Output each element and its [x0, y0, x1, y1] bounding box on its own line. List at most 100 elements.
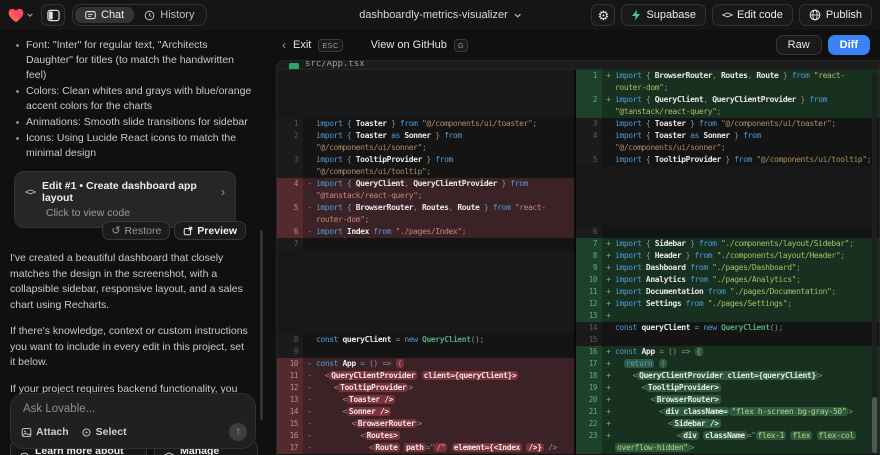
diff-marker: - [303, 226, 316, 238]
diff-panel: ‹ Exit ESC View on GitHub G Raw Diff src… [268, 30, 880, 455]
globe-icon [809, 9, 821, 21]
graduation-cap-icon [163, 452, 175, 455]
exit-button[interactable]: Exit [293, 39, 311, 51]
line-number: 4 [576, 130, 602, 154]
edit-card[interactable]: <> Edit #1 • Create dashboard app layout… [14, 171, 236, 228]
diff-line: 22+ <Sidebar /> [576, 418, 879, 430]
code-text: import { Toaster as Sonner } from "@/com… [615, 130, 879, 154]
diff-line: 9+import Dashboard from "./pages/Dashboa… [576, 262, 879, 274]
settings-button[interactable]: ⚙ [591, 4, 615, 26]
view-on-github-button[interactable]: View on GitHub [371, 39, 447, 51]
line-number: 18 [576, 370, 602, 382]
preview-button[interactable]: Preview [174, 221, 246, 240]
project-title-menu[interactable]: dashboardly-metrics-visualizer [359, 0, 521, 30]
attach-button[interactable]: Attach [21, 426, 69, 438]
sidebar-toggle-button[interactable] [41, 4, 65, 26]
diff-line: 7+import { Sidebar } from "./components/… [576, 238, 879, 250]
diff-line: 4 import { Toaster as Sonner } from "@/co… [576, 130, 879, 154]
external-link-icon [183, 226, 193, 236]
diff-marker [602, 322, 615, 334]
diff-marker: + [602, 238, 615, 250]
code-brackets-icon: <> [722, 10, 732, 21]
bullet-item: Font: "Inter" for regular text, "Archite… [10, 38, 254, 83]
restore-button[interactable]: ↺ Restore [102, 221, 170, 240]
code-text: import { BrowserRouter, Routes, Route } … [316, 202, 574, 226]
diff-marker [602, 334, 615, 346]
line-number: 14 [277, 406, 303, 418]
diff-line: 2+import { QueryClient, QueryClientProvi… [576, 94, 879, 118]
code-text: <Route path="/" element={<Index />} /> [316, 442, 574, 454]
code-text: <QueryClientProvider client={queryClient… [316, 370, 574, 382]
line-number: 16 [576, 346, 602, 358]
publish-button[interactable]: Publish [799, 4, 872, 26]
diff-line: 8const queryClient = new QueryClient(); [277, 334, 574, 346]
diff-marker [602, 118, 615, 130]
code-text: return ( [615, 358, 879, 370]
code-text: import { Sidebar } from "./components/la… [615, 238, 879, 250]
line-number: 22 [576, 418, 602, 430]
panel-left-icon [47, 9, 60, 22]
code-text: <BrowserRouter> [316, 418, 574, 430]
code-text: <Sonner /> [316, 406, 574, 418]
diff-marker: - [303, 358, 316, 370]
code-text: <Routes> [316, 430, 574, 442]
line-number: 3 [277, 154, 303, 178]
composer-input[interactable]: Ask Lovable... [23, 403, 245, 415]
supabase-button[interactable]: Supabase [621, 4, 706, 26]
g-kbd-badge: G [454, 39, 468, 52]
crosshair-icon [81, 427, 92, 438]
diff-marker: + [602, 298, 615, 310]
diff-marker: + [602, 418, 615, 430]
file-header[interactable]: src/App.tsx [277, 61, 879, 70]
diff-scrollbar-thumb[interactable] [872, 397, 877, 453]
lovable-logo-menu[interactable] [8, 8, 34, 23]
composer[interactable]: Ask Lovable... Attach Select [10, 393, 256, 449]
diff-marker: - [303, 202, 316, 226]
diff-line: 1+import { BrowserRouter, Routes, Route … [576, 70, 879, 94]
diff-spacer [277, 70, 574, 118]
diff-marker: - [303, 394, 316, 406]
diff-marker: + [602, 286, 615, 298]
select-button[interactable]: Select [81, 426, 127, 438]
diff-card: src/App.tsx 1import { Toaster } from "@/… [276, 60, 880, 455]
image-icon [21, 427, 32, 438]
bullet-dot-icon [16, 90, 19, 93]
line-number: 14 [576, 322, 602, 334]
raw-button[interactable]: Raw [776, 35, 822, 55]
line-number: 7 [277, 238, 303, 250]
diff-line: 1import { Toaster } from "@/components/u… [277, 118, 574, 130]
tab-history[interactable]: History [134, 7, 204, 23]
publish-label: Publish [826, 9, 862, 21]
tab-chat[interactable]: Chat [75, 7, 134, 23]
code-text: import { TooltipProvider } from "@/compo… [615, 154, 879, 166]
restore-icon: ↺ [111, 224, 120, 237]
bullet-item: Icons: Using Lucide React icons to match… [10, 131, 254, 161]
diff-line: 18+ <QueryClientProvider client={queryCl… [576, 370, 879, 382]
edit-code-button[interactable]: <> Edit code [712, 4, 793, 26]
diff-button[interactable]: Diff [828, 35, 870, 55]
diff-marker: + [602, 274, 615, 286]
line-number: 8 [277, 334, 303, 346]
send-button[interactable]: ↑ [229, 423, 247, 441]
code-text: <QueryClientProvider client={queryClient… [615, 370, 879, 382]
diff-scrollbar-track[interactable] [872, 73, 877, 453]
chevron-right-icon: › [221, 185, 225, 199]
line-number: 6 [277, 226, 303, 238]
line-number: 5 [576, 154, 602, 166]
typescript-file-icon [289, 63, 299, 70]
chat-scrollbar[interactable] [260, 230, 263, 420]
chevron-left-icon: ‹ [282, 38, 286, 52]
diff-line: 7 [277, 238, 574, 250]
diff-line: 11- <QueryClientProvider client={queryCl… [277, 370, 574, 382]
line-number: 11 [576, 286, 602, 298]
code-text [316, 346, 574, 358]
diff-line: 10-const App = () => ( [277, 358, 574, 370]
code-text [316, 238, 574, 250]
line-number: 10 [277, 358, 303, 370]
code-text: import Settings from "./pages/Settings"; [615, 298, 879, 310]
diff-line: 5-import { BrowserRouter, Routes, Route … [277, 202, 574, 226]
diff-marker: + [602, 358, 615, 370]
code-text: <BrowserRouter> [615, 394, 879, 406]
line-number: 9 [277, 346, 303, 358]
line-number: 16 [277, 430, 303, 442]
